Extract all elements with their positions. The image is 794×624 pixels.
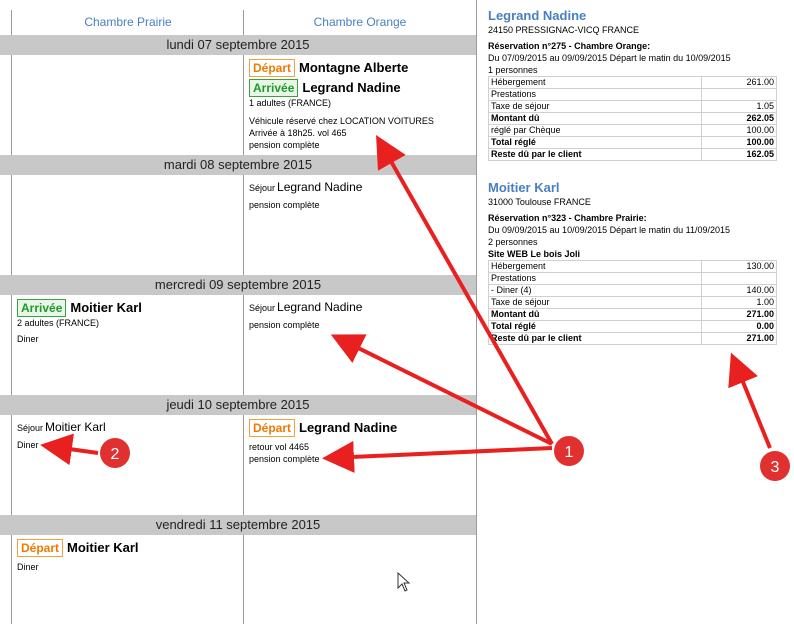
billing-label: Reste dû par le client (488, 332, 702, 345)
billing-value: 271.00 (701, 308, 777, 321)
prairie-cell-day5: Départ Moitier Karl Diner (17, 539, 139, 573)
billing-value (701, 272, 777, 285)
client-name[interactable]: Moitier Karl (488, 180, 777, 196)
billing-label: Montant dû (488, 112, 702, 125)
guest-detail: 2 adultes (FRANCE) (17, 318, 100, 328)
depart-badge: Départ (249, 419, 296, 437)
billing-value: 100.00 (701, 136, 777, 149)
guest-name[interactable]: Legrand Nadine (277, 180, 362, 194)
guest-detail: pension complète (249, 140, 320, 150)
billing-label: Taxe de séjour (488, 100, 702, 113)
client-summary: Moitier Karl 31000 Toulouse FRANCE Réser… (488, 180, 777, 345)
orange-cell-day3: Séjour Legrand Nadine pension complète (249, 301, 362, 331)
sejour-label: Séjour (249, 303, 276, 313)
reservation-title: Réservation n°275 - Chambre Orange: (488, 41, 651, 51)
reservation-title: Réservation n°323 - Chambre Prairie: (488, 213, 647, 223)
reservation-dates: Du 09/09/2015 au 10/09/2015 Départ le ma… (488, 225, 731, 235)
billing-value: 140.00 (701, 284, 777, 297)
reservation-dates: Du 07/09/2015 au 09/09/2015 Départ le ma… (488, 53, 731, 63)
arrival-badge: Arrivée (249, 79, 299, 97)
annotation-marker-1: 1 (554, 436, 584, 466)
mouse-cursor-icon (397, 571, 411, 597)
billing-label: Taxe de séjour (488, 296, 702, 309)
depart-badge: Départ (249, 59, 296, 77)
orange-cell-day4: Départ Legrand Nadine retour vol 4465 pen… (249, 419, 397, 465)
billing-label: Hébergement (488, 76, 702, 89)
guest-name[interactable]: Legrand Nadine (299, 420, 397, 435)
sejour-label: Séjour (249, 183, 276, 193)
billing-label: Total réglé (488, 136, 702, 149)
prairie-cell-day4: Séjour Moitier Karl Diner (17, 421, 106, 451)
guest-detail: Diner (17, 562, 39, 572)
guest-name[interactable]: Moitier Karl (45, 420, 106, 434)
guest-detail: pension complète (249, 454, 320, 464)
day-header: lundi 07 septembre 2015 (0, 35, 476, 55)
orange-cell-day1: Départ Montagne Alberte Arrivée Legrand Na… (249, 59, 434, 151)
guest-detail: pension complète (249, 320, 320, 330)
depart-badge: Départ (17, 539, 64, 557)
billing-value: 0.00 (701, 320, 777, 333)
annotation-number: 1 (565, 444, 574, 461)
arrival-badge: Arrivée (17, 299, 67, 317)
day-header: mercredi 09 septembre 2015 (0, 275, 476, 295)
guest-detail: Arrivée à 18h25. vol 465 (249, 128, 347, 138)
billing-value: 162.05 (701, 148, 777, 161)
sejour-label: Séjour (17, 423, 44, 433)
reservation-persons: 1 personnes (488, 65, 538, 75)
billing-label: réglé par Chèque (488, 124, 702, 137)
client-name[interactable]: Legrand Nadine (488, 8, 777, 24)
guest-detail: Diner (17, 334, 39, 344)
guest-name[interactable]: Legrand Nadine (277, 300, 362, 314)
guest-name[interactable]: Legrand Nadine (302, 80, 400, 95)
billing-label: Hébergement (488, 260, 702, 273)
billing-label: Prestations (488, 272, 702, 285)
orange-cell-day2: Séjour Legrand Nadine pension complète (249, 181, 362, 211)
billing-label: - Diner (4) (488, 284, 702, 297)
guest-detail: Véhicule réservé chez LOCATION VOITURES (249, 116, 434, 126)
annotation-marker-3: 3 (760, 451, 790, 481)
client-summary: Legrand Nadine 24150 PRESSIGNAC-VICQ FRA… (488, 8, 777, 161)
billing-value: 100.00 (701, 124, 777, 137)
annotation-number: 3 (771, 459, 780, 476)
billing-value: 130.00 (701, 260, 777, 273)
billing-table: Hébergement 130.00 Prestations - Diner (4… (488, 260, 777, 345)
guest-detail: retour vol 4465 (249, 442, 310, 452)
annotation-arrow (728, 352, 772, 449)
billing-label: Prestations (488, 88, 702, 101)
billing-value: 261.00 (701, 76, 777, 89)
reservation-persons: 2 personnes (488, 237, 538, 247)
day-header: mardi 08 septembre 2015 (0, 155, 476, 175)
billing-table: Hébergement 261.00 Prestations Taxe de sé… (488, 76, 777, 161)
billing-value: 1.05 (701, 100, 777, 113)
guest-detail: Diner (17, 440, 39, 450)
column-header-orange: Chambre Orange (313, 15, 407, 29)
guest-detail: pension complète (249, 200, 320, 210)
guest-detail: 1 adultes (FRANCE) (249, 98, 332, 108)
billing-value: 271.00 (701, 332, 777, 345)
prairie-cell-day3: Arrivée Moitier Karl 2 adultes (FRANCE) D… (17, 299, 142, 345)
billing-label: Montant dû (488, 308, 702, 321)
guest-name[interactable]: Moitier Karl (70, 300, 142, 315)
guest-name[interactable]: Montagne Alberte (299, 60, 408, 75)
guest-name[interactable]: Moitier Karl (67, 540, 139, 555)
billing-value (701, 88, 777, 101)
billing-label: Reste dû par le client (488, 148, 702, 161)
planning-grid: Chambre Prairie Chambre Orange lundi 07 … (0, 0, 477, 624)
reservation-source: Site WEB Le bois Joli (488, 249, 581, 259)
billing-value: 1.00 (701, 296, 777, 309)
column-header-prairie: Chambre Prairie (84, 15, 172, 29)
day-header: vendredi 11 septembre 2015 (0, 515, 476, 535)
day-header: jeudi 10 septembre 2015 (0, 395, 476, 415)
billing-value: 262.05 (701, 112, 777, 125)
billing-label: Total réglé (488, 320, 702, 333)
client-address: 24150 PRESSIGNAC-VICQ FRANCE (488, 25, 640, 35)
client-address: 31000 Toulouse FRANCE (488, 197, 591, 207)
